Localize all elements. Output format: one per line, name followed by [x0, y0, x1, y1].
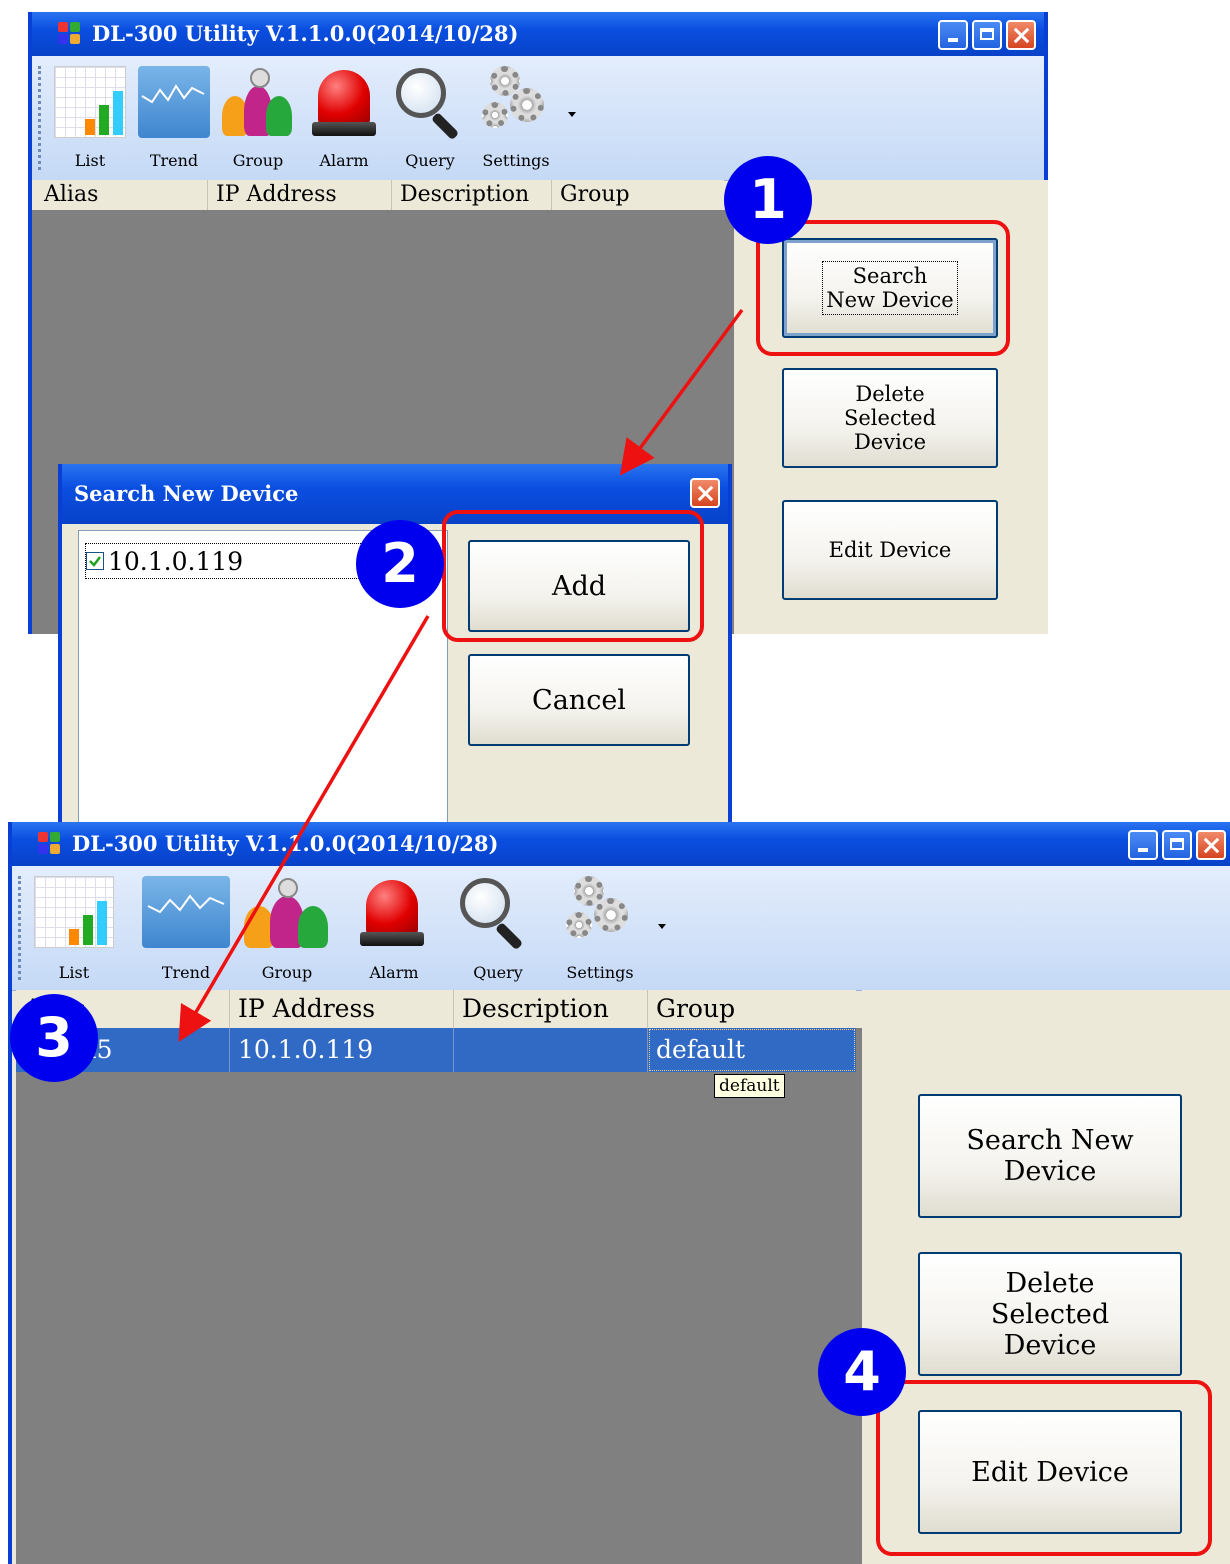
cancel-button[interactable]: Cancel: [468, 654, 690, 746]
column-ip-address[interactable]: IP Address: [208, 180, 392, 210]
list-icon: [34, 876, 114, 948]
step-badge-3: 3: [10, 994, 98, 1082]
window-title: DL-300 Utility V.1.1.0.0(2014/10/28): [72, 831, 499, 856]
list-icon: [54, 66, 126, 138]
trend-icon: [142, 876, 230, 948]
dialog-title: Search New Device: [74, 481, 299, 506]
trend-icon: [138, 66, 210, 138]
table-row[interactable]: Room5 10.1.0.119 default: [16, 1028, 856, 1072]
cell-ip-address[interactable]: 10.1.0.119: [230, 1028, 454, 1072]
toolbar-trend-button[interactable]: Trend: [142, 876, 230, 982]
step-badge-1: 1: [724, 156, 812, 244]
toolbar-dropdown-arrow[interactable]: [658, 924, 666, 929]
toolbar: List Trend Group Alarm Query Settings: [32, 56, 1044, 181]
toolbar: List Trend Group Alarm Query Settings: [12, 866, 1230, 991]
check-icon: [89, 556, 101, 567]
minimize-button[interactable]: [938, 20, 968, 50]
alarm-icon: [356, 876, 432, 948]
highlight-search-button: [756, 220, 1010, 356]
list-header: Alias IP Address Description Group: [16, 990, 856, 1029]
toolbar-grip[interactable]: [18, 876, 21, 980]
toolbar-alarm-button[interactable]: Alarm: [308, 66, 380, 170]
toolbar-dropdown-arrow[interactable]: [568, 112, 576, 117]
settings-icon: [564, 876, 636, 948]
column-alias[interactable]: Alias: [36, 180, 208, 210]
toolbar-trend-button[interactable]: Trend: [138, 66, 210, 170]
dialog-close-button[interactable]: [690, 478, 720, 508]
device-list[interactable]: Room5 10.1.0.119 default default: [16, 1028, 862, 1564]
toolbar-query-button[interactable]: Query: [456, 876, 540, 982]
toolbar-group-button[interactable]: Group: [222, 66, 294, 170]
toolbar-group-button[interactable]: Group: [244, 876, 330, 982]
column-description[interactable]: Description: [454, 990, 648, 1028]
step-badge-4: 4: [818, 1328, 906, 1416]
close-button[interactable]: [1006, 20, 1036, 50]
query-icon: [392, 66, 468, 141]
device-checkbox[interactable]: [86, 552, 104, 570]
toolbar-settings-button[interactable]: Settings: [482, 66, 550, 170]
toolbar-settings-button[interactable]: Settings: [564, 876, 636, 982]
window-title-bar[interactable]: DL-300 Utility V.1.1.0.0(2014/10/28): [32, 12, 1044, 56]
toolbar-list-button[interactable]: List: [34, 876, 114, 982]
group-tooltip: default: [714, 1074, 785, 1098]
device-list-item[interactable]: 10.1.0.119: [85, 543, 367, 579]
step-badge-2: 2: [356, 520, 444, 608]
cell-description[interactable]: [454, 1028, 648, 1072]
column-description[interactable]: Description: [392, 180, 552, 210]
delete-selected-device-button[interactable]: Delete Selected Device: [782, 368, 998, 468]
toolbar-list-button[interactable]: List: [54, 66, 126, 170]
query-icon: [456, 876, 540, 951]
minimize-button[interactable]: [1128, 830, 1158, 860]
app-icon: [38, 832, 62, 856]
cell-group[interactable]: default: [648, 1028, 856, 1072]
maximize-button[interactable]: [1162, 830, 1192, 860]
toolbar-grip[interactable]: [38, 66, 41, 170]
toolbar-alarm-button[interactable]: Alarm: [356, 876, 432, 982]
list-header: Alias IP Address Description Group: [32, 180, 724, 211]
window-title-bar[interactable]: DL-300 Utility V.1.1.0.0(2014/10/28): [12, 822, 1230, 866]
column-group[interactable]: Group: [552, 180, 724, 210]
app-icon: [58, 22, 82, 46]
highlight-add-button: [442, 510, 704, 642]
delete-selected-device-button[interactable]: Delete Selected Device: [918, 1252, 1182, 1376]
column-ip-address[interactable]: IP Address: [230, 990, 454, 1028]
highlight-edit-button: [876, 1380, 1212, 1556]
close-button[interactable]: [1196, 830, 1226, 860]
settings-icon: [482, 66, 550, 138]
window-title: DL-300 Utility V.1.1.0.0(2014/10/28): [92, 21, 519, 46]
group-icon: [222, 66, 294, 138]
toolbar-query-button[interactable]: Query: [392, 66, 468, 170]
maximize-button[interactable]: [972, 20, 1002, 50]
edit-device-button[interactable]: Edit Device: [782, 500, 998, 600]
search-new-device-button[interactable]: Search New Device: [918, 1094, 1182, 1218]
column-group[interactable]: Group: [648, 990, 856, 1028]
alarm-icon: [308, 66, 380, 138]
group-icon: [244, 876, 330, 948]
